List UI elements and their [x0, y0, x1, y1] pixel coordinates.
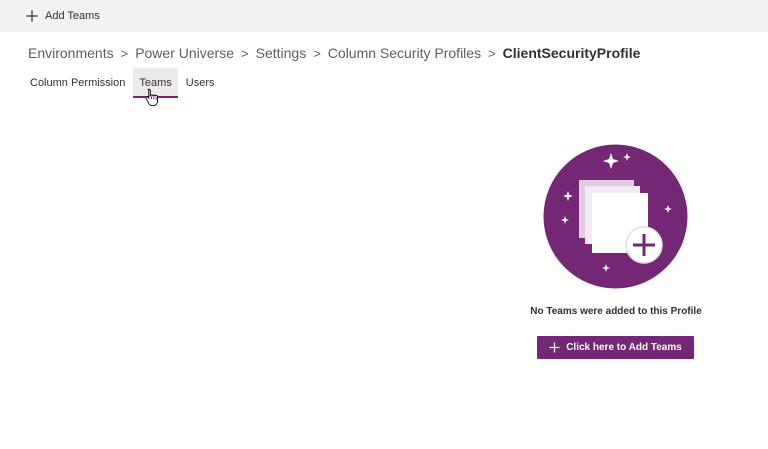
breadcrumb-power-universe[interactable]: Power Universe: [135, 45, 234, 61]
breadcrumb-separator: >: [120, 45, 129, 61]
breadcrumb-environments[interactable]: Environments: [28, 45, 114, 61]
hand-cursor-icon: [145, 88, 158, 106]
add-teams-primary-button[interactable]: Click here to Add Teams: [537, 336, 694, 359]
add-teams-label: Add Teams: [45, 10, 100, 22]
command-bar: Add Teams: [0, 0, 768, 32]
tab-users[interactable]: Users: [180, 68, 221, 98]
breadcrumb-current-page: ClientSecurityProfile: [502, 45, 641, 61]
breadcrumb-separator: >: [313, 45, 321, 61]
empty-state-message: No Teams were added to this Profile: [530, 306, 702, 317]
empty-teams-illustration: [543, 144, 688, 289]
add-teams-primary-label: Click here to Add Teams: [566, 342, 682, 353]
breadcrumb-separator: >: [488, 45, 496, 61]
tab-column-permission[interactable]: Column Permission: [24, 68, 131, 98]
add-teams-button[interactable]: Add Teams: [26, 0, 100, 32]
plus-icon: [549, 342, 560, 353]
breadcrumb-separator: >: [241, 45, 249, 61]
plus-icon: [26, 10, 38, 22]
breadcrumb: Environments > Power Universe > Settings…: [28, 44, 640, 62]
breadcrumb-column-security-profiles[interactable]: Column Security Profiles: [328, 45, 481, 61]
breadcrumb-settings[interactable]: Settings: [256, 45, 307, 61]
tab-list: Column Permission Teams Users: [24, 68, 223, 98]
